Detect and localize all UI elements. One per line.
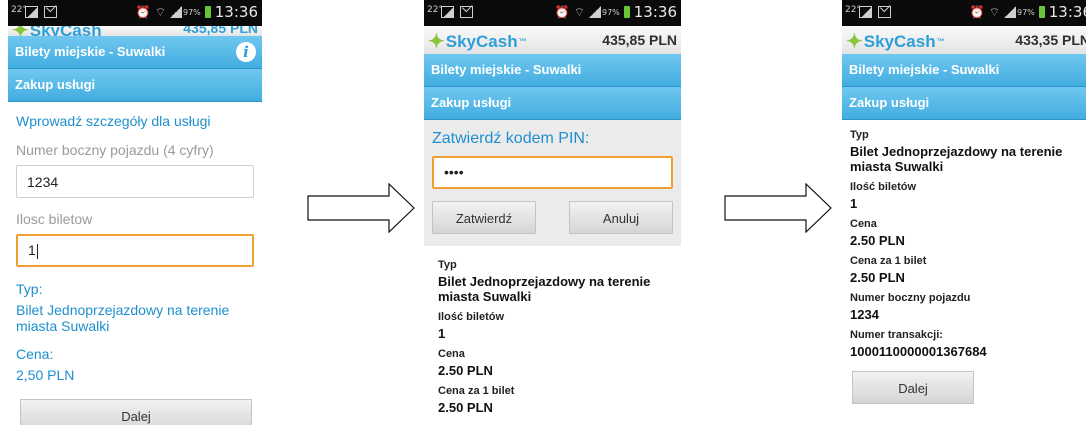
service-title-bar: Bilety miejskie - Suwalki — [424, 54, 681, 87]
service-title: Bilety miejskie - Suwalki — [431, 62, 582, 77]
battery-icon — [623, 6, 630, 18]
right-arrow-icon — [307, 183, 415, 233]
cancel-button[interactable]: Anuluj — [569, 201, 673, 234]
vehicle-number-label: Numer boczny pojazdu (4 cyfry) — [16, 142, 214, 158]
mail-icon — [44, 6, 57, 18]
detail-label: Numer boczny pojazdu — [850, 292, 971, 304]
section-title: Zakup usługi — [431, 95, 512, 110]
brand-bar: ✦SkyCash 435,85 PLN — [8, 26, 262, 36]
section-bar: Zakup usługi — [424, 87, 681, 120]
detail-value: Bilet Jednoprzejazdowy na terenie miasta… — [438, 274, 651, 304]
section-title: Zakup usługi — [849, 95, 930, 110]
right-arrow-icon — [724, 183, 832, 233]
next-button[interactable]: Dalej — [20, 399, 252, 425]
phone-screen-2: 22° ⏰ ⌔ 97% 13:36 ✦ SkyCash ™ 435,85 PLN B… — [424, 0, 681, 425]
brand-bar: ✦ SkyCash ™ 433,35 PLN — [842, 26, 1086, 54]
section-bar: Zakup usługi — [842, 87, 1086, 120]
detail-label: Cena — [438, 348, 465, 360]
battery-icon — [204, 6, 211, 18]
signal-icon — [588, 6, 601, 18]
picture-icon — [25, 6, 38, 18]
section-title: Zakup usługi — [15, 77, 96, 92]
detail-value: 1 — [438, 326, 446, 341]
service-title-bar: Bilety miejskie - Suwalki — [842, 54, 1086, 87]
service-title-bar: Bilety miejskie - Suwalki i — [8, 36, 262, 69]
alarm-icon: ⏰ — [135, 5, 151, 19]
detail-label: Typ — [438, 259, 457, 271]
battery-icon — [1038, 6, 1045, 18]
status-bar: 22° ⏰ ⌔ 97% 13:36 — [424, 0, 681, 26]
battery-percent: 97% — [601, 7, 620, 17]
service-title: Bilety miejskie - Suwalki — [15, 44, 166, 59]
section-bar: Zakup usługi — [8, 69, 262, 102]
info-icon[interactable]: i — [236, 42, 256, 62]
account-balance: 433,35 PLN — [1015, 32, 1086, 48]
detail-label: Ilość biletów — [850, 181, 917, 193]
detail-value: 2.50 PLN — [850, 270, 905, 285]
vehicle-number-input[interactable]: 1234 — [16, 165, 254, 198]
service-title: Bilety miejskie - Suwalki — [849, 62, 1000, 77]
detail-value: 2.50 PLN — [438, 363, 493, 378]
ticket-count-label: Ilosc biletow — [16, 211, 93, 227]
clock: 13:36 — [214, 3, 258, 21]
type-label: Typ: — [16, 281, 43, 297]
detail-label: Numer transakcji: — [850, 329, 943, 341]
picture-icon — [441, 6, 454, 18]
detail-label: Ilość biletów — [438, 311, 505, 323]
detail-label: Cena za 1 bilet — [850, 255, 927, 267]
confirm-button[interactable]: Zatwierdź — [432, 201, 536, 234]
mail-icon — [878, 6, 891, 18]
ticket-count-input[interactable]: 1 — [16, 234, 254, 267]
phone-screen-3: 22° ⏰ ⌔ 97% 13:36 ✦SkyCash™ 433,35 PLN B… — [842, 0, 1086, 425]
price-value: 2,50 PLN — [16, 367, 75, 383]
status-bar: 22° ⏰ ⌔ 97% 13:36 — [842, 0, 1086, 26]
brand-bar: ✦ SkyCash ™ 435,85 PLN — [424, 26, 681, 54]
next-button[interactable]: Dalej — [852, 371, 974, 404]
pin-input[interactable]: •••• — [432, 156, 673, 189]
battery-percent: 97% — [182, 7, 201, 17]
account-balance: 435,85 PLN — [183, 26, 258, 36]
skycash-logo: ✦ SkyCash ™ — [428, 31, 527, 53]
wifi-icon: ⌔ — [154, 4, 166, 19]
pin-panel: Zatwierdź kodem PIN: •••• Zatwierdź Anul… — [424, 120, 681, 246]
order-details: Typ Bilet Jednoprzejazdowy na terenie mi… — [424, 246, 681, 421]
detail-value: Bilet Jednoprzejazdowy na terenie miasta… — [850, 144, 1063, 174]
detail-value: 1 — [850, 196, 858, 211]
mail-icon — [460, 6, 473, 18]
signal-icon — [1003, 6, 1016, 18]
price-label: Cena: — [16, 346, 54, 362]
battery-percent: 97% — [1016, 7, 1035, 17]
transaction-details: Typ Bilet Jednoprzejazdowy na terenie mi… — [842, 120, 1086, 361]
skycash-logo: ✦SkyCash — [12, 26, 102, 36]
alarm-icon: ⏰ — [969, 5, 985, 19]
pin-label: Zatwierdź kodem PIN: — [432, 130, 590, 147]
status-bar: 22° ⏰ ⌔ 97% 13:36 — [8, 0, 262, 26]
phone-screen-1: 22° ⏰ ⌔ 97% 13:36 ✦SkyCash 435,85 PLN Bi… — [8, 0, 262, 425]
type-value: Bilet Jednoprzejazdowy na terenie miasta… — [16, 302, 230, 334]
alarm-icon: ⏰ — [554, 5, 570, 19]
detail-label: Cena za 1 bilet — [438, 385, 515, 397]
form-prompt: Wprowadź szczegóły dla usługi — [16, 113, 211, 129]
wifi-icon: ⌔ — [988, 4, 1000, 19]
detail-label: Cena — [850, 218, 877, 230]
clock: 13:36 — [633, 3, 677, 21]
picture-icon — [859, 6, 872, 18]
clock: 13:36 — [1048, 3, 1086, 21]
transaction-number: 1000110000001367684 — [850, 344, 987, 359]
detail-value: 1234 — [850, 307, 879, 322]
skycash-logo: ✦ SkyCash ™ — [846, 31, 945, 53]
detail-value: 2.50 PLN — [438, 400, 493, 415]
signal-icon — [169, 6, 182, 18]
account-balance: 435,85 PLN — [602, 32, 677, 48]
wifi-icon: ⌔ — [573, 4, 585, 19]
detail-label: Typ — [850, 129, 869, 141]
detail-value: 2.50 PLN — [850, 233, 905, 248]
